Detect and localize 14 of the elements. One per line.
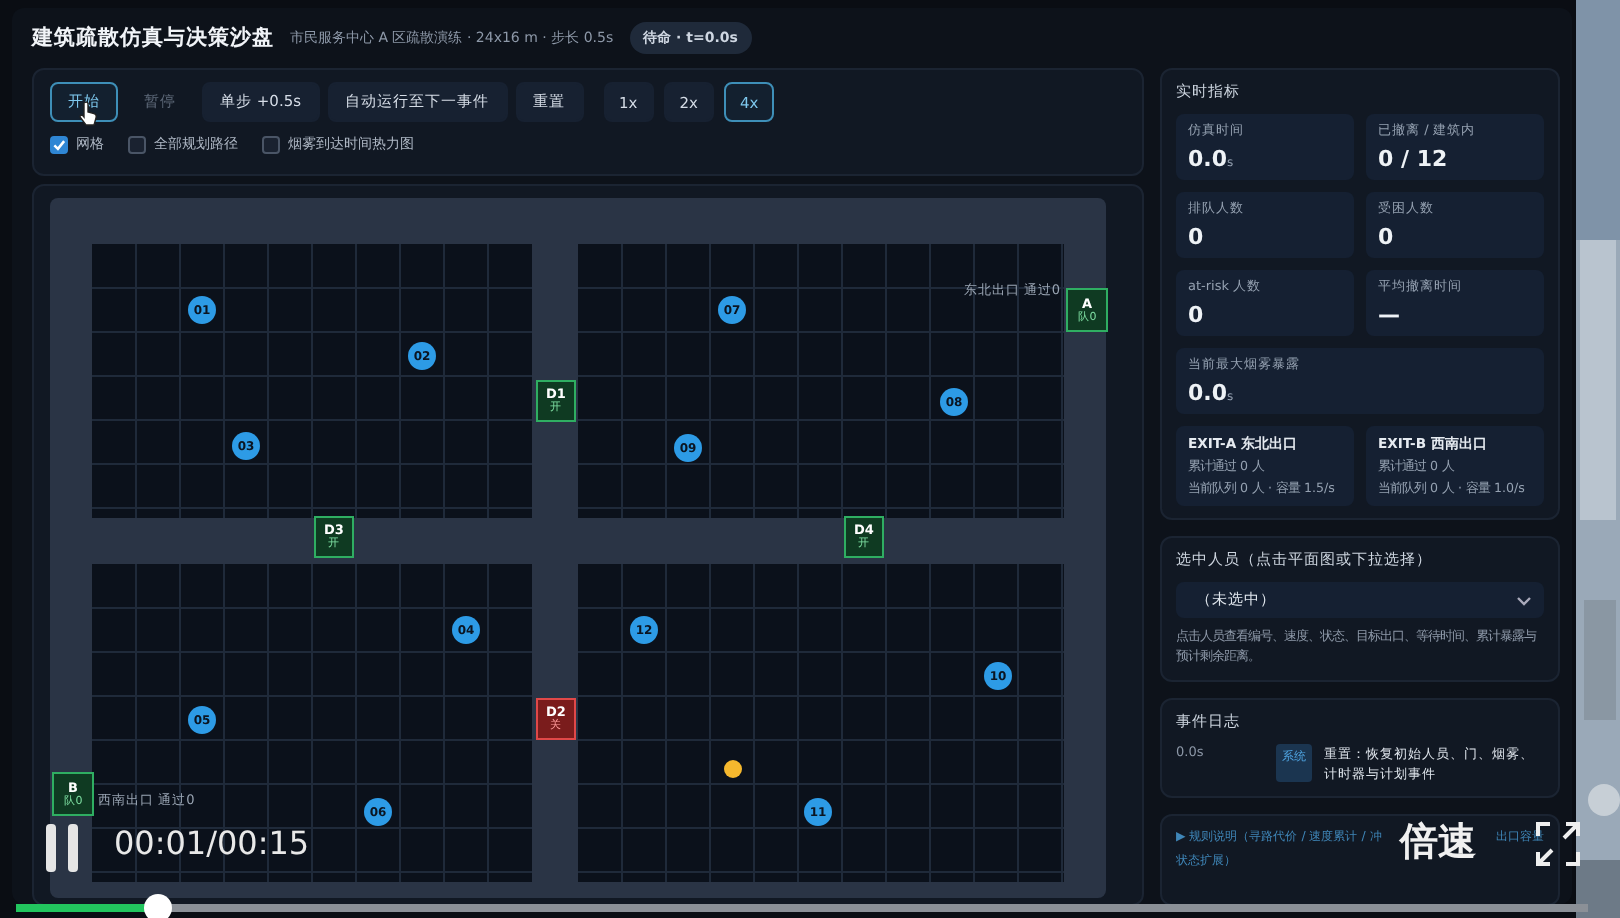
metric-value: 0 xyxy=(1188,224,1206,250)
checkbox[interactable] xyxy=(128,135,146,153)
app-title: 建筑疏散仿真与决策沙盘 xyxy=(32,24,274,52)
video-time: 00:01/00:15 xyxy=(114,824,310,862)
metric-value: 0 / 12 xyxy=(1378,146,1450,172)
checkbox[interactable] xyxy=(262,135,280,153)
pause-icon[interactable] xyxy=(44,824,80,872)
metric-value: 0 xyxy=(1188,302,1206,328)
metric-value: 0 xyxy=(1378,224,1396,250)
chevron-down-icon xyxy=(1516,595,1532,605)
metric-value: — xyxy=(1378,302,1402,328)
checkbox[interactable] xyxy=(50,135,68,153)
fullscreen-icon[interactable] xyxy=(1536,822,1580,866)
playback-speed-button[interactable]: 倍速 xyxy=(1400,820,1476,864)
